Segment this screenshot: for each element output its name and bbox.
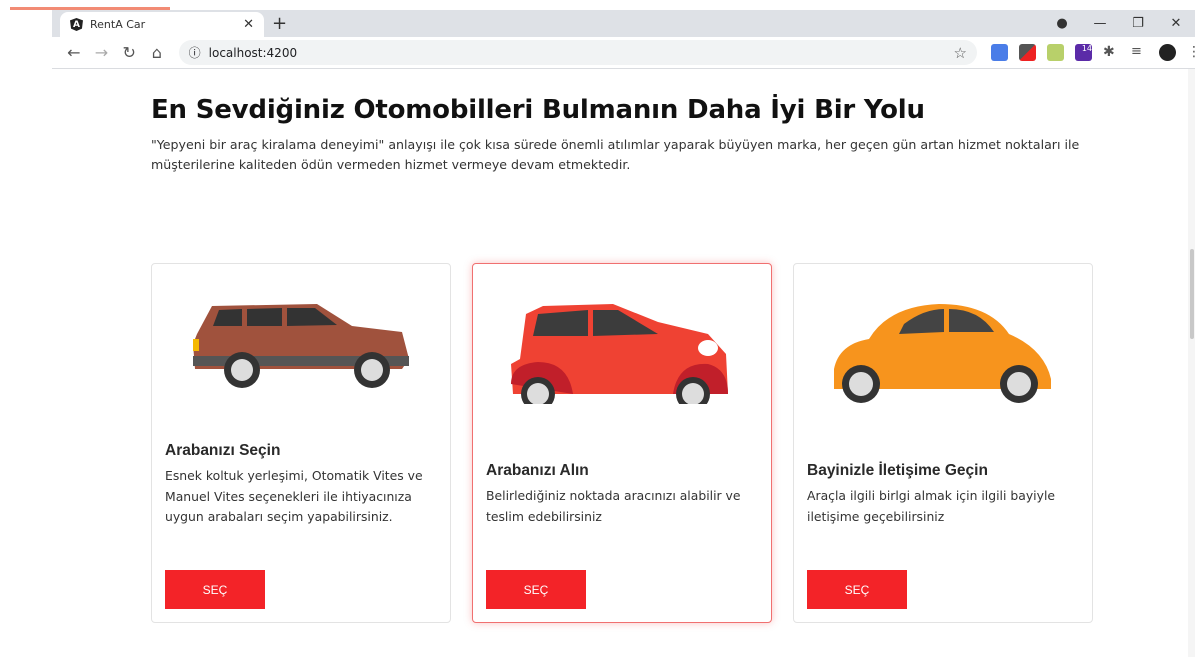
hatchback-car-image (511, 304, 728, 404)
translate-extension-icon[interactable] (991, 44, 1008, 61)
tab-strip: A RentA Car ✕ + ● — ❐ ✕ (52, 10, 1195, 37)
scrollbar-thumb[interactable] (1190, 249, 1194, 339)
feature-card-choose: Arabanızı Seçin Esnek koltuk yerleşimi, … (151, 263, 451, 623)
color-picker-extension-icon[interactable] (1019, 44, 1036, 61)
graduation-extension-icon[interactable]: 14 (1075, 44, 1092, 61)
info-icon[interactable]: ⓘ (189, 44, 201, 61)
bookmark-star-icon[interactable]: ☆ (954, 44, 967, 62)
address-bar[interactable]: ⓘ localhost:4200 ☆ (178, 40, 977, 65)
close-tab-icon[interactable]: ✕ (243, 17, 254, 32)
select-button[interactable]: SEÇ (486, 570, 586, 609)
new-tab-button[interactable]: + (272, 13, 287, 34)
browser-tab[interactable]: A RentA Car ✕ (60, 12, 264, 37)
restore-button[interactable]: ❐ (1119, 16, 1157, 31)
card-text: Araçla ilgili birlgi almak için ilgili b… (807, 488, 1056, 524)
minimize-button[interactable]: — (1081, 16, 1119, 31)
menu-icon[interactable]: ⋮ (1187, 44, 1195, 61)
card-title: Arabanızı Seçin (165, 442, 281, 459)
select-button[interactable]: SEÇ (807, 570, 907, 609)
browser-chrome: A RentA Car ✕ + ● — ❐ ✕ ← → ↻ ⌂ ⓘ localh… (52, 10, 1195, 69)
browser-toolbar: ← → ↻ ⌂ ⓘ localhost:4200 ☆ 14 ✱ ≡ ⋮ (52, 37, 1195, 69)
forward-icon[interactable]: → (88, 43, 116, 62)
media-queue-icon[interactable]: ≡ (1131, 44, 1148, 61)
profile-avatar[interactable] (1159, 44, 1176, 61)
home-icon[interactable]: ⌂ (143, 43, 171, 62)
beetle-car-image (834, 304, 1051, 403)
page-title: En Sevdiğiniz Otomobilleri Bulmanın Daha… (151, 95, 925, 125)
plant-extension-icon[interactable] (1047, 44, 1064, 61)
extensions-puzzle-icon[interactable]: ✱ (1103, 44, 1120, 61)
card-title: Arabanızı Alın (486, 462, 589, 479)
suv-car-image (193, 304, 409, 388)
reload-icon[interactable]: ↻ (115, 43, 143, 62)
card-title: Bayinizle İletişime Geçin (807, 462, 988, 479)
page-scrollbar[interactable] (1188, 69, 1195, 657)
feature-card-contact: Bayinizle İletişime Geçin Araçla ilgili … (793, 263, 1093, 623)
tab-title: RentA Car (90, 18, 146, 31)
select-button[interactable]: SEÇ (165, 570, 265, 609)
url-text: localhost:4200 (208, 45, 298, 60)
back-icon[interactable]: ← (60, 43, 88, 62)
close-window-button[interactable]: ✕ (1157, 16, 1195, 31)
card-text: Esnek koltuk yerleşimi, Otomatik Vites v… (165, 468, 423, 524)
page-lead: "Yepyeni bir araç kiralama deneyimi" anl… (151, 137, 1080, 172)
hero-section: En Sevdiğiniz Otomobilleri Bulmanın Daha… (151, 95, 1101, 175)
angular-icon: A (70, 18, 83, 31)
feature-card-pickup: Arabanızı Alın Belirlediğiniz noktada ar… (472, 263, 772, 623)
tab-search-icon[interactable]: ● (1043, 16, 1081, 31)
card-text: Belirlediğiniz noktada aracınızı alabili… (486, 488, 741, 524)
